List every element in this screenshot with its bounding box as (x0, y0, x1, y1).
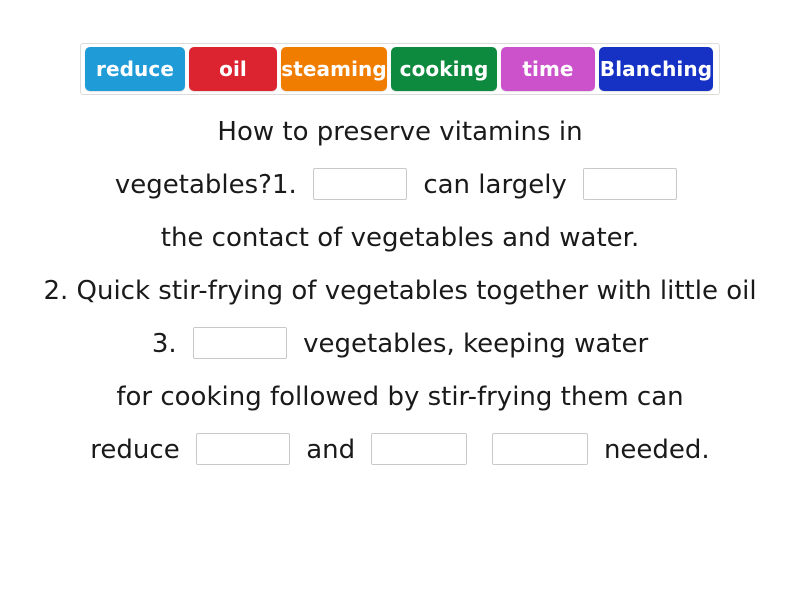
blank-drop-target-3[interactable] (192, 326, 287, 359)
exercise-line-1: How to preserve vitamins in (0, 106, 800, 159)
word-tile-time[interactable]: time (501, 47, 595, 91)
line-text: 2. Quick stir-frying of vegetables toget… (43, 276, 757, 306)
line-text: 3. (151, 329, 177, 359)
word-bank: reduce oil steaming cooking time Blanchi… (80, 43, 720, 95)
line-text: vegetables, keeping water (303, 329, 649, 359)
line-text: for cooking followed by stir-frying them… (116, 382, 684, 412)
exercise-text: How to preserve vitamins in vegetables?1… (0, 106, 800, 477)
line-text: reduce (90, 435, 180, 465)
exercise-line-4: 2. Quick stir-frying of vegetables toget… (0, 265, 800, 318)
blank-drop-target-4[interactable] (195, 432, 290, 465)
line-text: and (306, 435, 356, 465)
exercise-line-2: vegetables?1. can largely (0, 159, 800, 212)
word-tile-reduce[interactable]: reduce (85, 47, 185, 91)
exercise-line-7: reduce and needed. (0, 424, 800, 477)
word-tile-cooking[interactable]: cooking (391, 47, 497, 91)
line-text: can largely (423, 170, 567, 200)
blank-drop-target-6[interactable] (491, 432, 588, 465)
blank-drop-target-5[interactable] (371, 432, 468, 465)
word-tile-steaming[interactable]: steaming (281, 47, 387, 91)
line-text: needed. (603, 435, 710, 465)
exercise-line-3: the contact of vegetables and water. (0, 212, 800, 265)
word-tile-blanching[interactable]: Blanching (599, 47, 713, 91)
line-text: vegetables?1. (114, 170, 297, 200)
exercise-line-5: 3. vegetables, keeping water (0, 318, 800, 371)
word-tile-oil[interactable]: oil (189, 47, 277, 91)
blank-drop-target-2[interactable] (583, 167, 678, 200)
line-text: the contact of vegetables and water. (160, 223, 640, 253)
line-text: How to preserve vitamins in (217, 117, 583, 147)
exercise-line-6: for cooking followed by stir-frying them… (0, 371, 800, 424)
blank-drop-target-1[interactable] (313, 167, 408, 200)
